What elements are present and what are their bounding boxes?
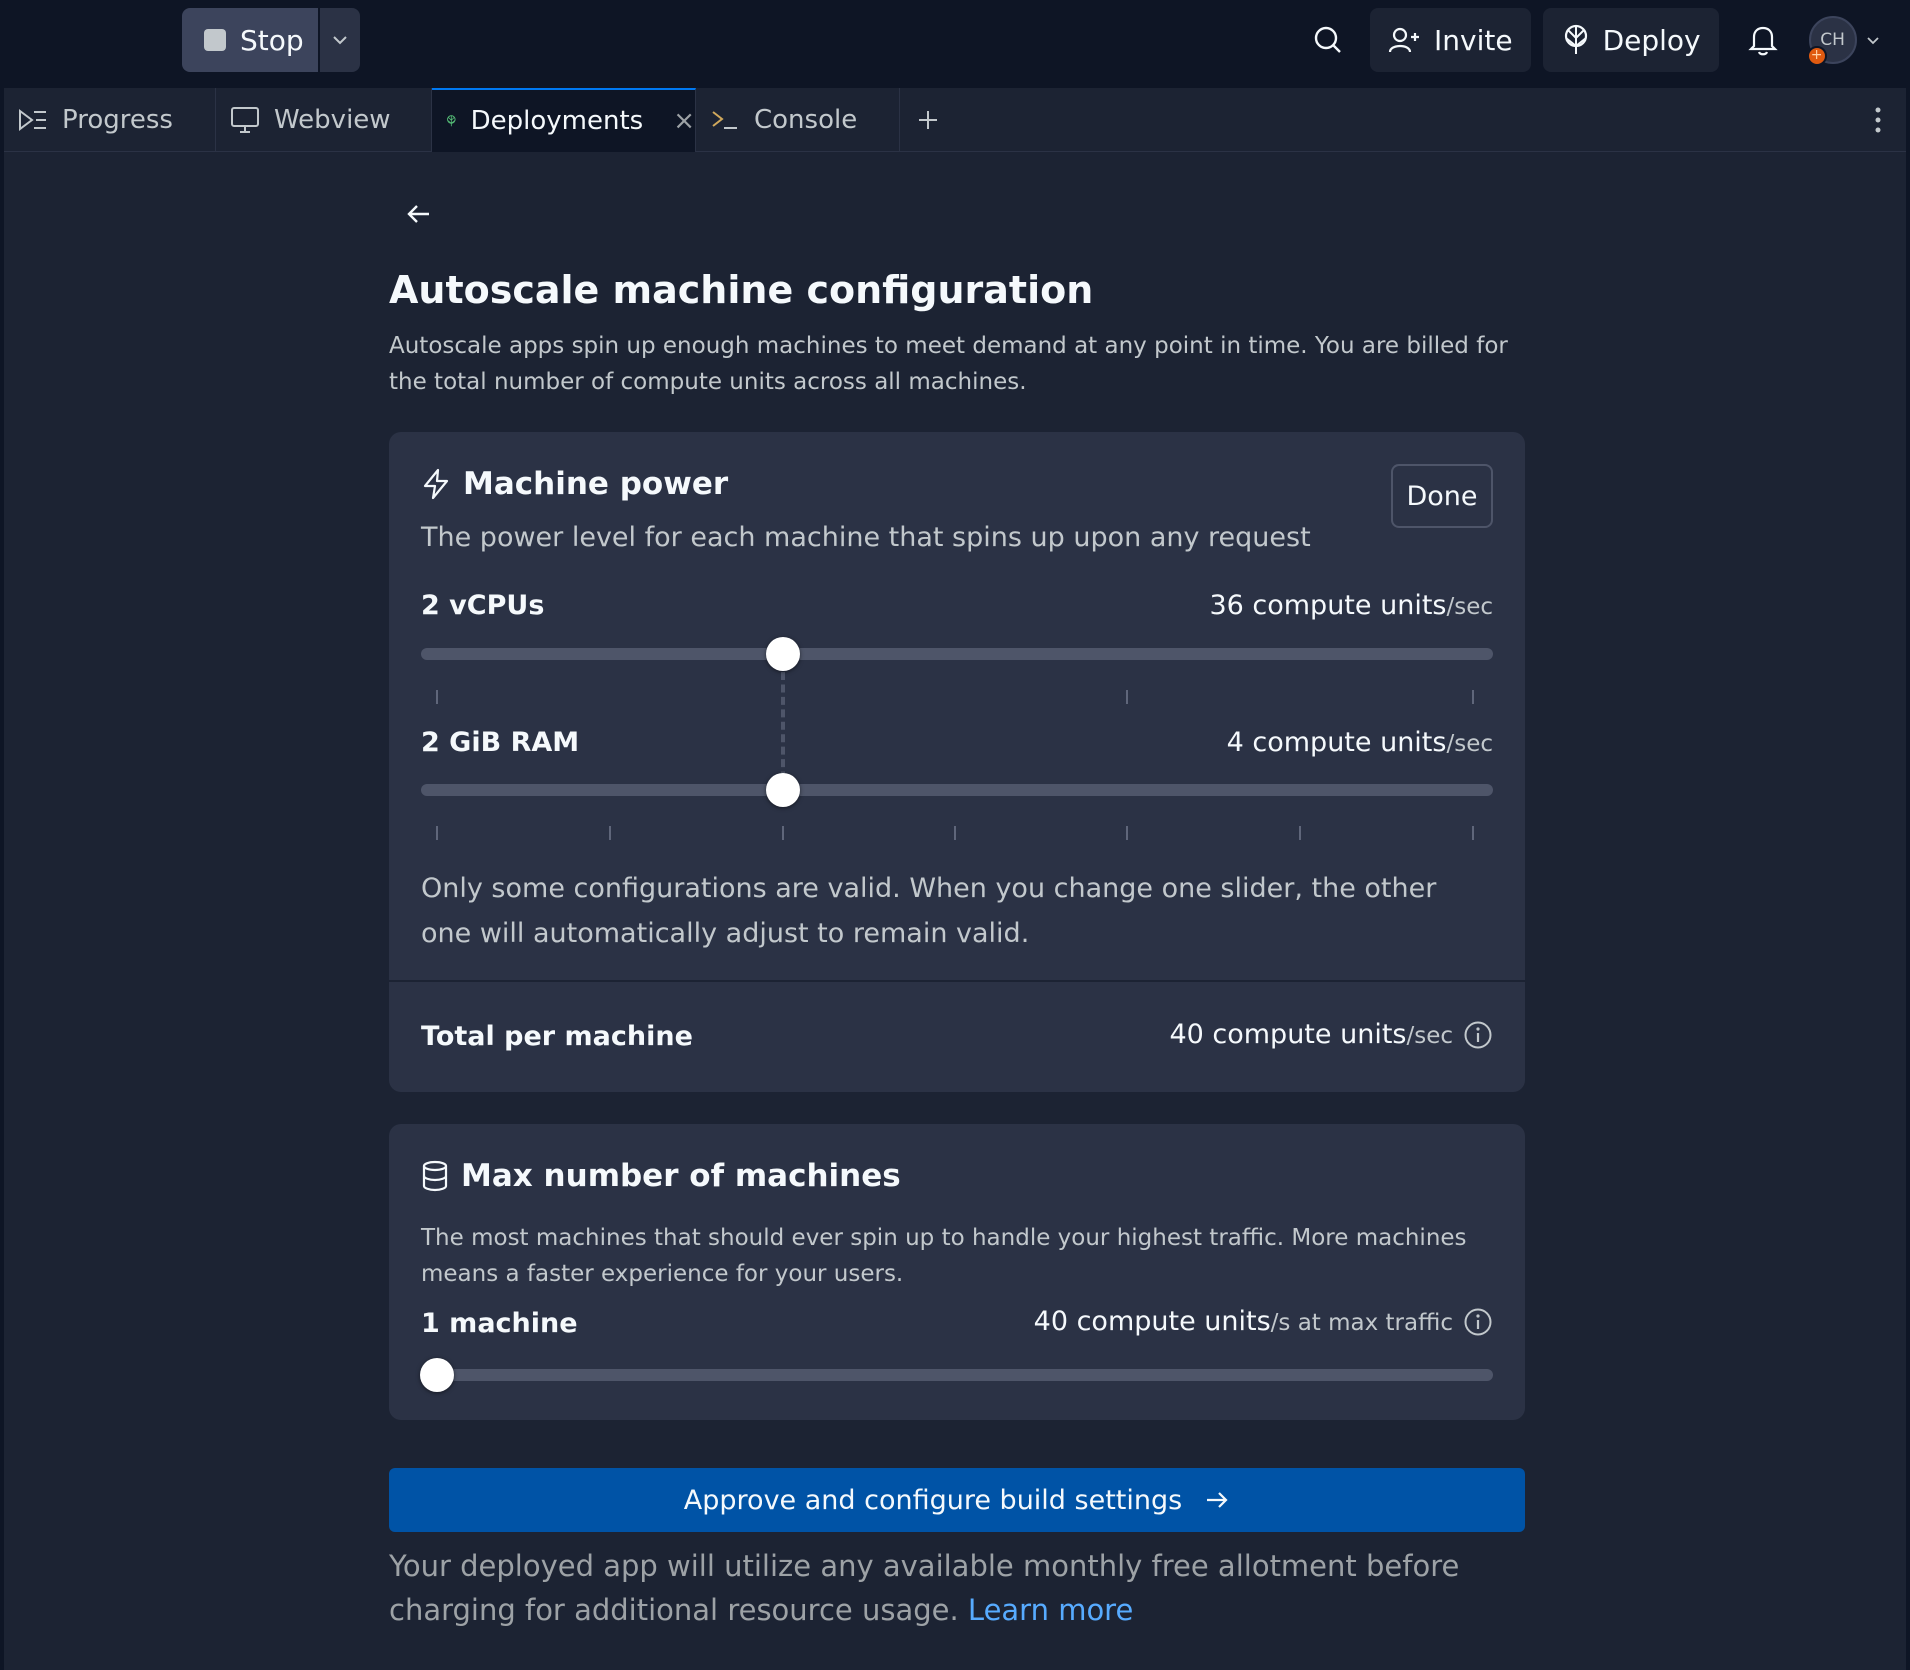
- deploy-button[interactable]: Deploy: [1542, 8, 1719, 72]
- cpu-slider-thumb[interactable]: [766, 637, 800, 671]
- tab-webview[interactable]: Webview: [216, 88, 432, 152]
- add-user-icon: [1388, 27, 1419, 53]
- ram-slider-thumb[interactable]: [766, 773, 800, 807]
- ram-slider-track[interactable]: [421, 784, 1493, 796]
- divider: [389, 980, 1525, 982]
- cpu-compute-units: 36 compute units/sec: [1209, 590, 1493, 621]
- plus-icon: [919, 111, 937, 129]
- ram-tick: [1299, 826, 1301, 840]
- ram-tick: [609, 826, 611, 840]
- lightning-icon: [423, 468, 449, 500]
- machine-power-title: Machine power: [463, 466, 729, 502]
- database-icon: [422, 1160, 448, 1192]
- billing-note: Your deployed app will utilize any avail…: [389, 1544, 1525, 1632]
- max-machines-subtitle: The most machines that should ever spin …: [421, 1225, 1467, 1287]
- page-title: Autoscale machine configuration: [389, 268, 1094, 312]
- stop-button[interactable]: Stop: [182, 8, 318, 72]
- cpu-label: 2 vCPUs: [421, 590, 545, 621]
- back-button[interactable]: [399, 194, 439, 234]
- deploy-icon: [447, 115, 456, 127]
- ram-value: 4 compute units: [1226, 727, 1447, 758]
- billing-note-text: Your deployed app will utilize any avail…: [389, 1549, 1460, 1627]
- stop-button-group: Stop: [182, 8, 360, 72]
- ram-tick: [954, 826, 956, 840]
- max-machines-slider-thumb[interactable]: [420, 1358, 454, 1392]
- max-traffic-compute-units: 40 compute units/s at max traffic: [1034, 1306, 1493, 1337]
- valid-config-note: Only some configurations are valid. When…: [421, 873, 1437, 949]
- approve-label: Approve and configure build settings: [683, 1484, 1183, 1516]
- cpu-value: 36 compute units: [1209, 590, 1447, 621]
- account-menu[interactable]: CH +: [1806, 16, 1881, 66]
- ram-tick: [1126, 826, 1128, 840]
- cpu-tick: [1472, 690, 1474, 704]
- tab-deployments[interactable]: Deployments ×: [432, 88, 696, 152]
- chevron-down-icon: [333, 36, 347, 45]
- ram-unit: /sec: [1446, 731, 1493, 757]
- cpu-unit: /sec: [1446, 594, 1493, 620]
- total-per-machine-value: 40 compute units/sec: [1169, 1019, 1493, 1050]
- deploy-icon: [1564, 24, 1587, 54]
- avatar: CH +: [1806, 16, 1857, 66]
- cpu-slider-track[interactable]: [421, 648, 1493, 660]
- search-icon: [1314, 26, 1341, 53]
- invite-button[interactable]: Invite: [1370, 8, 1531, 72]
- max-value: 40 compute units: [1033, 1306, 1271, 1337]
- tab-label: Webview: [274, 105, 391, 135]
- max-machines-card: Max number of machines The most machines…: [389, 1124, 1525, 1420]
- tab-label: Progress: [62, 105, 173, 135]
- avatar-initials: CH: [1820, 30, 1845, 50]
- max-machines-heading: Max number of machines: [421, 1158, 901, 1194]
- deployments-panel: Autoscale machine configuration Autoscal…: [4, 152, 1906, 1670]
- run-options-dropdown[interactable]: [320, 8, 360, 72]
- monitor-icon: [231, 107, 259, 133]
- ram-tick: [1472, 826, 1474, 840]
- learn-more-link[interactable]: Learn more: [968, 1593, 1133, 1627]
- total-unit: /sec: [1406, 1023, 1453, 1049]
- max-machines-slider-track[interactable]: [421, 1369, 1493, 1381]
- info-icon[interactable]: [1463, 1020, 1493, 1050]
- notifications-button[interactable]: [1735, 8, 1791, 72]
- bell-icon: [1747, 26, 1778, 56]
- tab-bar: Progress Webview Deployments × Console: [4, 88, 1906, 152]
- deploy-label: Deploy: [1602, 23, 1701, 57]
- total-value: 40 compute units: [1169, 1019, 1407, 1050]
- tab-label: Deployments: [470, 106, 644, 136]
- machine-count-label: 1 machine: [421, 1308, 578, 1339]
- tab-label: Console: [754, 105, 858, 135]
- tab-progress[interactable]: Progress: [4, 88, 216, 152]
- progress-icon: [19, 109, 46, 131]
- chevron-down-icon: [1866, 37, 1879, 45]
- done-button[interactable]: Done: [1391, 464, 1493, 528]
- machine-power-heading: Machine power: [421, 466, 728, 502]
- terminal-icon: [712, 111, 737, 129]
- tab-options-button[interactable]: [1874, 88, 1882, 152]
- arrow-right-icon: [1207, 1492, 1228, 1508]
- invite-label: Invite: [1434, 23, 1513, 57]
- cpu-tick: [1126, 690, 1128, 704]
- add-tab-button[interactable]: [916, 88, 940, 152]
- stop-label: Stop: [240, 23, 304, 57]
- stop-icon: [204, 29, 226, 51]
- cpu-tick: [436, 690, 438, 704]
- machine-power-subtitle: The power level for each machine that sp…: [421, 522, 1311, 553]
- machine-power-card: Machine power The power level for each m…: [389, 432, 1525, 1092]
- tab-console[interactable]: Console: [696, 88, 900, 152]
- top-bar: Stop Invite Deploy CH +: [0, 0, 1910, 88]
- close-icon[interactable]: ×: [673, 106, 695, 136]
- search-button[interactable]: [1300, 8, 1356, 72]
- ram-tick: [436, 826, 438, 840]
- ram-tick: [782, 826, 784, 840]
- max-machines-title: Max number of machines: [461, 1158, 901, 1194]
- max-unit: /s at max traffic: [1270, 1310, 1453, 1336]
- page-description: Autoscale apps spin up enough machines t…: [389, 333, 1508, 395]
- arrow-left-icon: [407, 205, 429, 223]
- plus-badge-icon: +: [1806, 46, 1827, 66]
- ram-compute-units: 4 compute units/sec: [1227, 727, 1493, 758]
- ram-label: 2 GiB RAM: [421, 727, 580, 758]
- approve-configure-button[interactable]: Approve and configure build settings: [389, 1468, 1525, 1532]
- info-icon[interactable]: [1463, 1307, 1493, 1337]
- top-right-actions: Invite Deploy CH +: [1300, 8, 1881, 72]
- more-vertical-icon: [1875, 107, 1881, 133]
- total-per-machine-label: Total per machine: [421, 1021, 693, 1052]
